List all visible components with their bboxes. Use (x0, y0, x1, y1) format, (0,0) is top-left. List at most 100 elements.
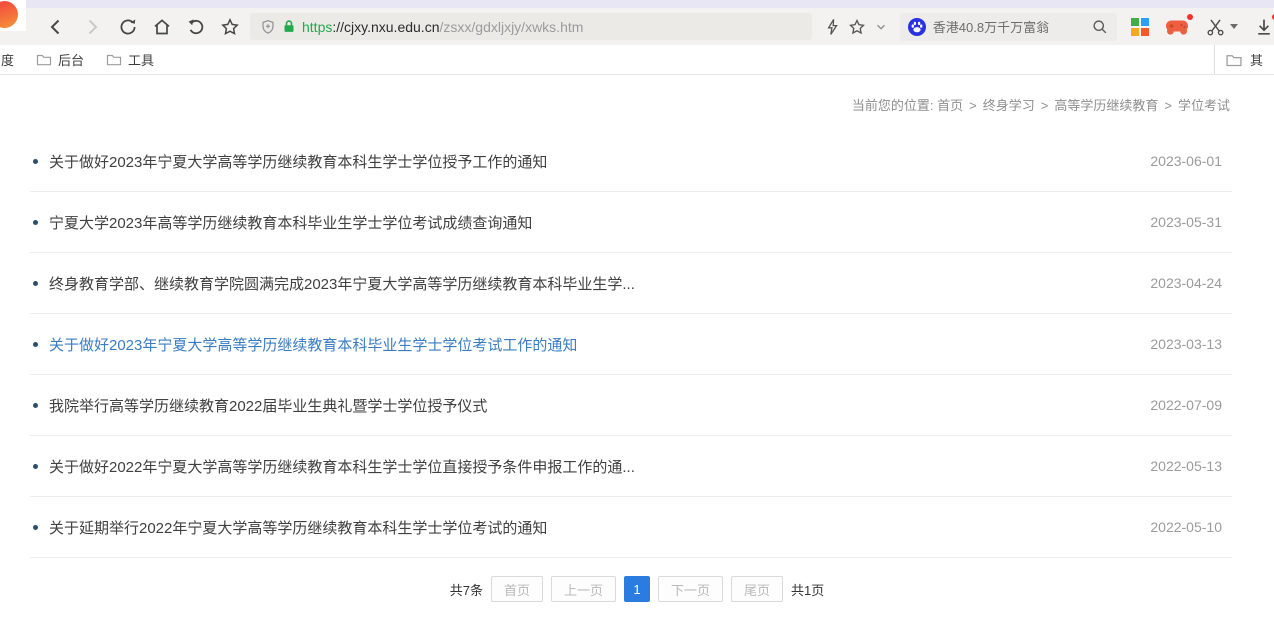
news-link[interactable]: 终身教育学部、继续教育学院圆满完成2023年宁夏大学高等学历继续教育本科毕业生学… (49, 273, 1150, 294)
bullet-icon (33, 464, 38, 469)
search-input[interactable]: 香港40.8万千万富翁 (933, 17, 1084, 36)
url-protocol: https (302, 19, 332, 35)
total-items-label: 共7条 (450, 580, 483, 599)
address-bar[interactable]: https://cjxy.nxu.edu.cn/zsxx/gdxljxjy/xw… (250, 13, 812, 40)
breadcrumb: 当前您的位置: 首页 > 终身学习 > 高等学历继续教育 > 学位考试 (0, 75, 1274, 115)
screenshot-button[interactable] (1205, 17, 1226, 37)
bookmark-folder-label: 工具 (128, 50, 154, 69)
undo-button[interactable] (186, 17, 206, 37)
search-box[interactable]: 香港40.8万千万富翁 (900, 13, 1117, 41)
forward-button[interactable] (82, 17, 102, 37)
extensions-area (1131, 17, 1274, 37)
bullet-icon (33, 159, 38, 164)
home-icon (152, 17, 172, 37)
list-item: 终身教育学部、继续教育学院圆满完成2023年宁夏大学高等学历继续教育本科毕业生学… (30, 253, 1232, 314)
news-list: 关于做好2023年宁夏大学高等学历继续教育本科生学士学位授予工作的通知 2023… (30, 131, 1232, 558)
other-bookmarks-label: 其 (1250, 50, 1263, 69)
download-icon (1254, 17, 1274, 37)
list-item: 我院举行高等学历继续教育2022届毕业生典礼暨学士学位授予仪式 2022-07-… (30, 375, 1232, 436)
lightning-icon (824, 18, 840, 36)
chevron-down-icon (874, 20, 888, 34)
lock-icon (282, 19, 296, 34)
favorite-button[interactable] (848, 18, 866, 36)
breadcrumb-separator: > (1041, 98, 1049, 113)
back-icon (46, 17, 66, 37)
breadcrumb-separator: > (1164, 98, 1172, 113)
list-item: 宁夏大学2023年高等学历继续教育本科毕业生学士学位考试成绩查询通知 2023-… (30, 192, 1232, 253)
folder-icon (36, 52, 52, 67)
list-item: 关于延期举行2022年宁夏大学高等学历继续教育本科生学士学位考试的通知 2022… (30, 497, 1232, 558)
list-item: 关于做好2023年宁夏大学高等学历继续教育本科生学士学位授予工作的通知 2023… (30, 131, 1232, 192)
scissors-icon (1205, 17, 1226, 37)
breadcrumb-current: 学位考试 (1178, 98, 1230, 113)
prev-page-button[interactable]: 上一页 (551, 576, 616, 602)
games-button[interactable] (1165, 17, 1189, 36)
bullet-icon (33, 281, 38, 286)
apps-grid-button[interactable] (1131, 18, 1149, 36)
news-link[interactable]: 我院举行高等学历继续教育2022届毕业生典礼暨学士学位授予仪式 (49, 395, 1150, 416)
next-page-button[interactable]: 下一页 (658, 576, 723, 602)
news-date: 2022-07-09 (1150, 397, 1232, 413)
bullet-icon (33, 403, 38, 408)
bookmark-item-baidu[interactable]: 度 (1, 50, 14, 69)
refresh-button[interactable] (118, 17, 138, 37)
back-button[interactable] (46, 17, 66, 37)
shield-icon[interactable] (260, 19, 276, 35)
page-content: 当前您的位置: 首页 > 终身学习 > 高等学历继续教育 > 学位考试 关于做好2023年宁… (0, 75, 1274, 602)
home-button[interactable] (152, 17, 172, 37)
breadcrumb-lifelong-learning[interactable]: 终身学习 (983, 98, 1035, 113)
url-host: ://cjxy.nxu.edu.cn (332, 19, 439, 35)
news-link[interactable]: 关于做好2023年宁夏大学高等学历继续教育本科毕业生学士学位考试工作的通知 (49, 334, 1150, 355)
breadcrumb-home[interactable]: 首页 (937, 98, 963, 113)
bookmark-page-button[interactable] (220, 17, 240, 37)
first-page-button[interactable]: 首页 (491, 576, 543, 602)
news-link[interactable]: 关于做好2023年宁夏大学高等学历继续教育本科生学士学位授予工作的通知 (49, 151, 1150, 172)
downloads-button[interactable] (1254, 17, 1274, 37)
search-submit-button[interactable] (1091, 18, 1109, 36)
browser-tab-strip (0, 0, 1274, 8)
notification-dot (1187, 14, 1193, 20)
search-icon (1091, 18, 1109, 36)
bullet-icon (33, 525, 38, 530)
url-path: /zsxx/gdxljxjy/xwks.htm (440, 19, 584, 35)
news-date: 2023-04-24 (1150, 275, 1232, 291)
last-page-button[interactable]: 尾页 (731, 576, 783, 602)
quick-access-button[interactable] (824, 18, 840, 36)
favorite-star-icon (848, 18, 866, 36)
news-link[interactable]: 宁夏大学2023年高等学历继续教育本科毕业生学士学位考试成绩查询通知 (49, 212, 1150, 233)
breadcrumb-continuing-education[interactable]: 高等学历继续教育 (1054, 98, 1158, 113)
total-pages-label: 共1页 (791, 580, 824, 599)
breadcrumb-separator: > (969, 98, 977, 113)
pagination: 共7条 首页 上一页 1 下一页 尾页 共1页 (0, 576, 1274, 602)
news-link[interactable]: 关于做好2022年宁夏大学高等学历继续教育本科生学士学位直接授予条件申报工作的通… (49, 456, 1150, 477)
bookmark-folder-houtai[interactable]: 后台 (36, 50, 84, 69)
other-bookmarks-folder[interactable]: 其 (1214, 45, 1274, 74)
bookmark-folder-label: 后台 (58, 50, 84, 69)
bookmark-star-icon (220, 17, 240, 37)
bullet-icon (33, 220, 38, 225)
list-item: 关于做好2023年宁夏大学高等学历继续教育本科毕业生学士学位考试工作的通知 20… (30, 314, 1232, 375)
news-date: 2023-05-31 (1150, 214, 1232, 230)
current-page-button[interactable]: 1 (624, 576, 650, 602)
browser-toolbar: https://cjxy.nxu.edu.cn/zsxx/gdxljxjy/xw… (0, 8, 1274, 45)
breadcrumb-prefix: 当前您的位置: (852, 98, 934, 113)
bullet-icon (33, 342, 38, 347)
list-item: 关于做好2022年宁夏大学高等学历继续教育本科生学士学位直接授予条件申报工作的通… (30, 436, 1232, 497)
bookmark-folder-gongju[interactable]: 工具 (106, 50, 154, 69)
game-controller-icon (1165, 17, 1189, 36)
favorites-menu-button[interactable] (874, 20, 888, 34)
news-date: 2023-03-13 (1150, 336, 1232, 352)
folder-icon (106, 52, 122, 67)
news-link[interactable]: 关于延期举行2022年宁夏大学高等学历继续教育本科生学士学位考试的通知 (49, 517, 1150, 538)
news-date: 2023-06-01 (1150, 153, 1232, 169)
undo-icon (186, 17, 206, 37)
baidu-icon (908, 18, 926, 36)
bookmarks-bar: 度 后台 工具 其 (0, 45, 1274, 75)
url-text: https://cjxy.nxu.edu.cn/zsxx/gdxljxjy/xw… (302, 19, 583, 35)
apps-grid-icon (1131, 18, 1149, 36)
forward-icon (82, 17, 102, 37)
refresh-icon (118, 17, 138, 37)
browser-logo-icon (0, 0, 26, 31)
news-date: 2022-05-10 (1150, 519, 1232, 535)
screenshot-menu-button[interactable] (1230, 24, 1238, 29)
